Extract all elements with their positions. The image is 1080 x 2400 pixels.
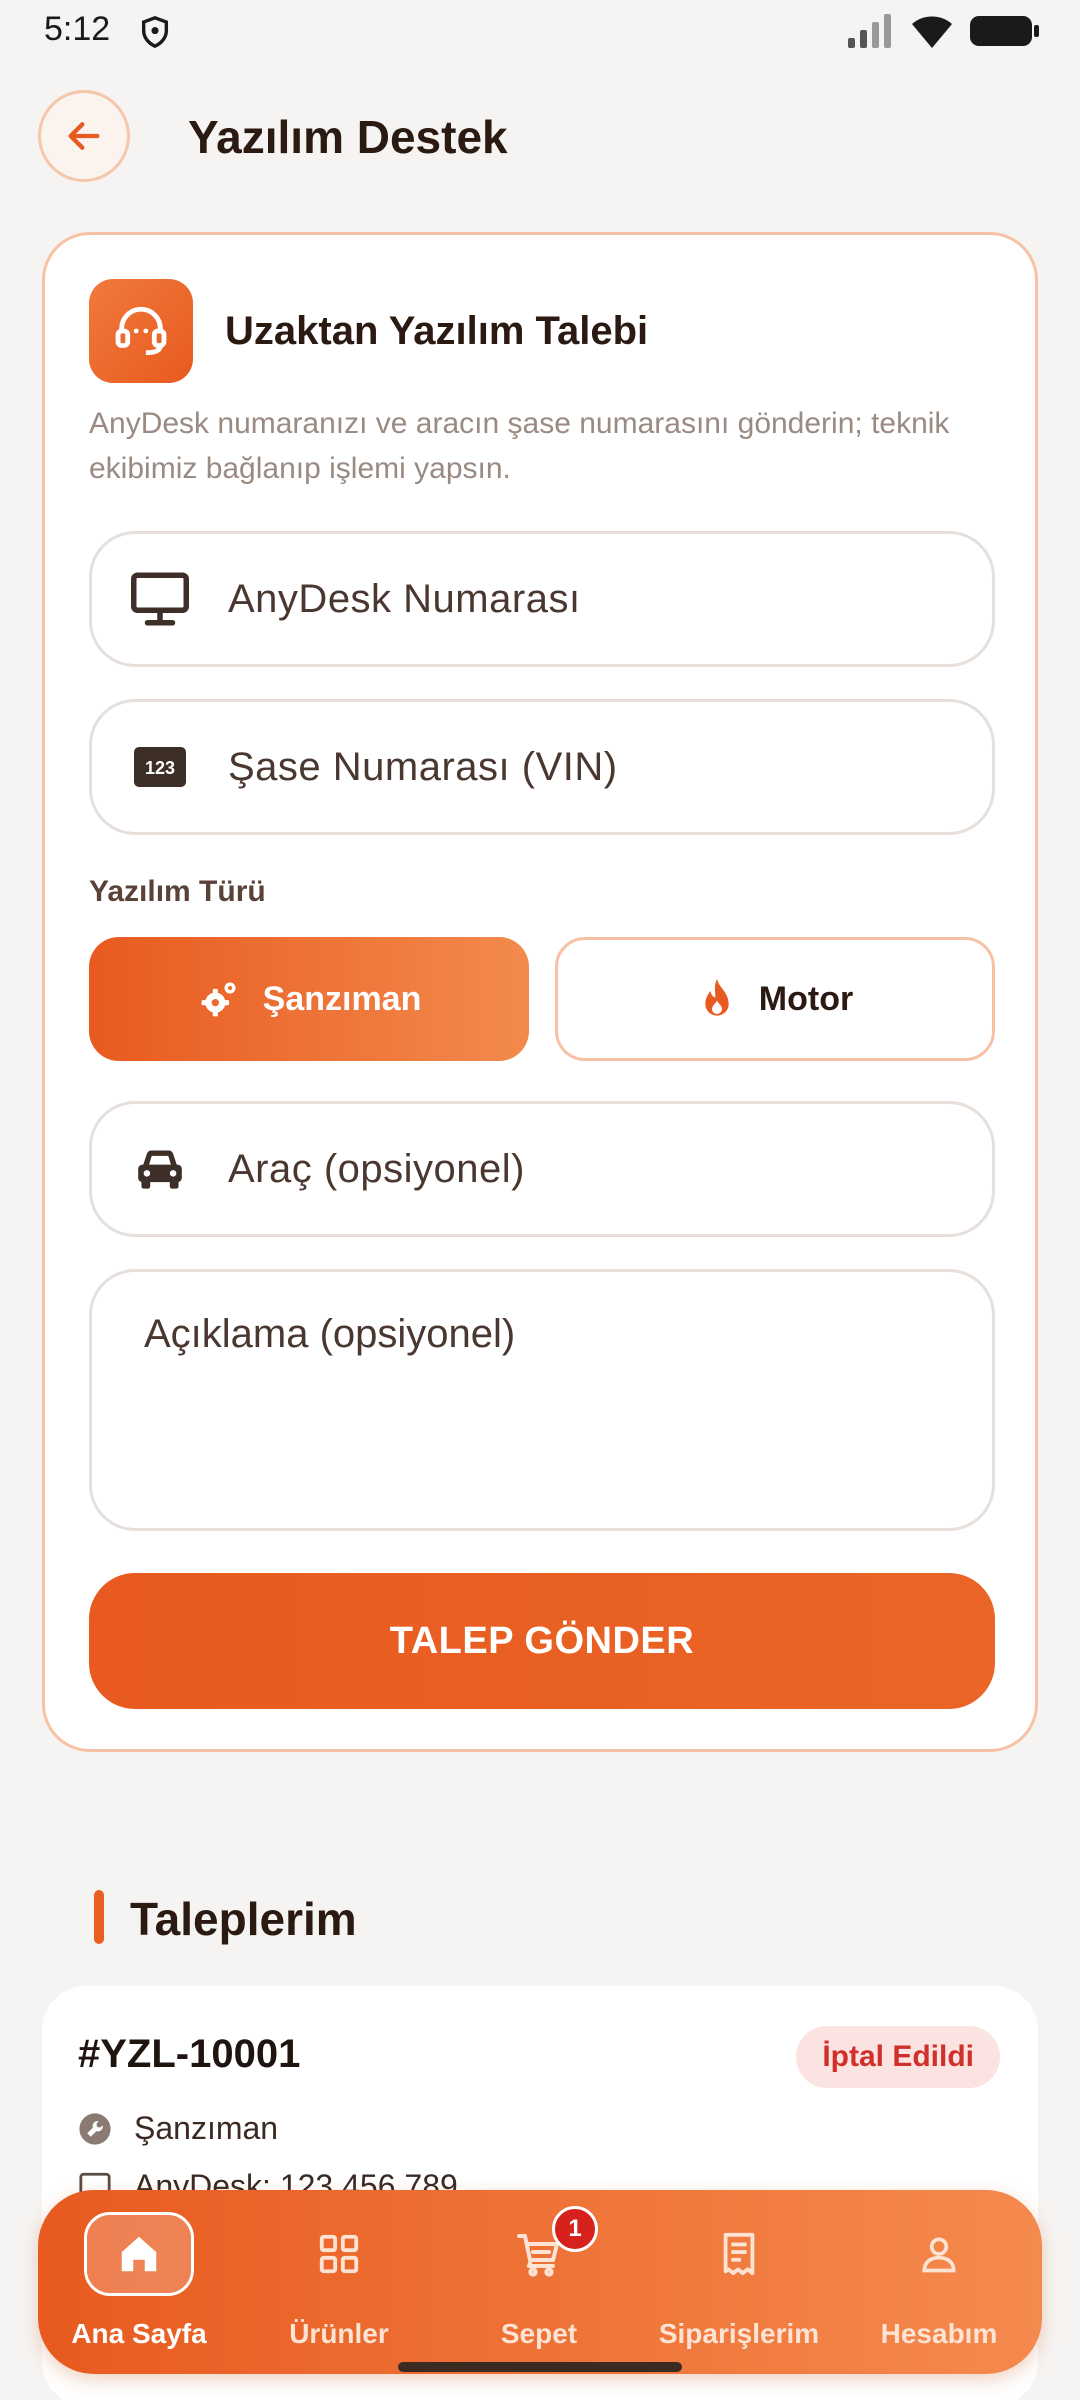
status-badge-label: İptal Edildi [822,2040,974,2073]
requests-section-title: Taleplerim [130,1893,357,1945]
nav-orders[interactable]: Siparişlerim [644,2190,834,2374]
status-bar: 5:12 [0,0,1080,64]
vehicle-field[interactable]: Araç (opsiyonel) [89,1101,995,1237]
anydesk-field[interactable]: AnyDesk Numarası [89,531,995,667]
request-id: #YZL-10001 [78,2032,301,2076]
monitor-icon [92,571,228,627]
software-type-label: Yazılım Türü [89,875,266,908]
request-type: Şanzıman [134,2110,279,2146]
arrow-left-icon [68,122,100,150]
battery-icon [970,16,1039,46]
nav-products[interactable]: Ürünler [244,2190,434,2374]
status-icons [848,14,1040,48]
page-title: Yazılım Destek [188,111,508,163]
nav-account[interactable]: Hesabım [844,2190,1034,2374]
support-agent-icon [89,279,193,383]
status-time: 5:12 [44,10,111,48]
receipt-icon [684,2212,794,2296]
numbers-icon: 123 [92,745,228,789]
nav-label: Hesabım [880,2318,998,2349]
section-accent-bar [94,1890,104,1944]
request-type-row: Şanzıman [78,2110,278,2147]
type-option-transmission[interactable]: Şanzıman [89,937,529,1061]
signal-icon [848,14,891,48]
wrench-icon [79,2112,111,2145]
nav-label: Sepet [500,2318,578,2349]
description-textarea[interactable]: Açıklama (opsiyonel) [89,1269,995,1531]
type-option-label: Şanzıman [262,979,422,1018]
card-description: AnyDesk numaranızı ve aracın şase numara… [89,407,950,485]
wifi-icon [912,16,952,48]
vehicle-placeholder: Araç (opsiyonel) [228,1146,526,1191]
card-title: Uzaktan Yazılım Talebi [225,309,649,353]
bottom-navigation: Ana Sayfa Ürünler 1 Sepet Siparişlerim H… [38,2190,1042,2374]
nav-label: Ana Sayfa [71,2318,207,2349]
type-option-engine[interactable]: Motor [555,937,995,1061]
description-placeholder: Açıklama (opsiyonel) [144,1312,516,1356]
flame-icon [705,979,729,1016]
home-icon [84,2212,194,2296]
vin-placeholder: Şase Numarası (VIN) [228,744,618,789]
person-icon [884,2212,994,2296]
back-button[interactable] [38,90,130,182]
cart-count-badge: 1 [552,2206,598,2252]
type-option-label: Motor [758,979,854,1018]
anydesk-placeholder: AnyDesk Numarası [228,576,581,621]
car-icon [92,1145,228,1193]
vin-field[interactable]: 123 Şase Numarası (VIN) [89,699,995,835]
nav-cart[interactable]: 1 Sepet [444,2190,634,2374]
remote-software-request-card: Uzaktan Yazılım Talebi AnyDesk numaranız… [42,232,1038,1752]
svg-text:123: 123 [145,758,175,778]
nav-label: Ürünler [289,2318,389,2349]
submit-request-button[interactable]: TALEP GÖNDER [89,1573,995,1709]
home-indicator[interactable] [398,2362,682,2372]
submit-label: TALEP GÖNDER [389,1619,695,1662]
gears-icon [201,982,236,1017]
shield-icon [141,16,169,49]
grid-icon [284,2212,394,2296]
nav-home[interactable]: Ana Sayfa [44,2190,234,2374]
status-badge: İptal Edildi [796,2026,1000,2088]
nav-label: Siparişlerim [658,2318,820,2349]
